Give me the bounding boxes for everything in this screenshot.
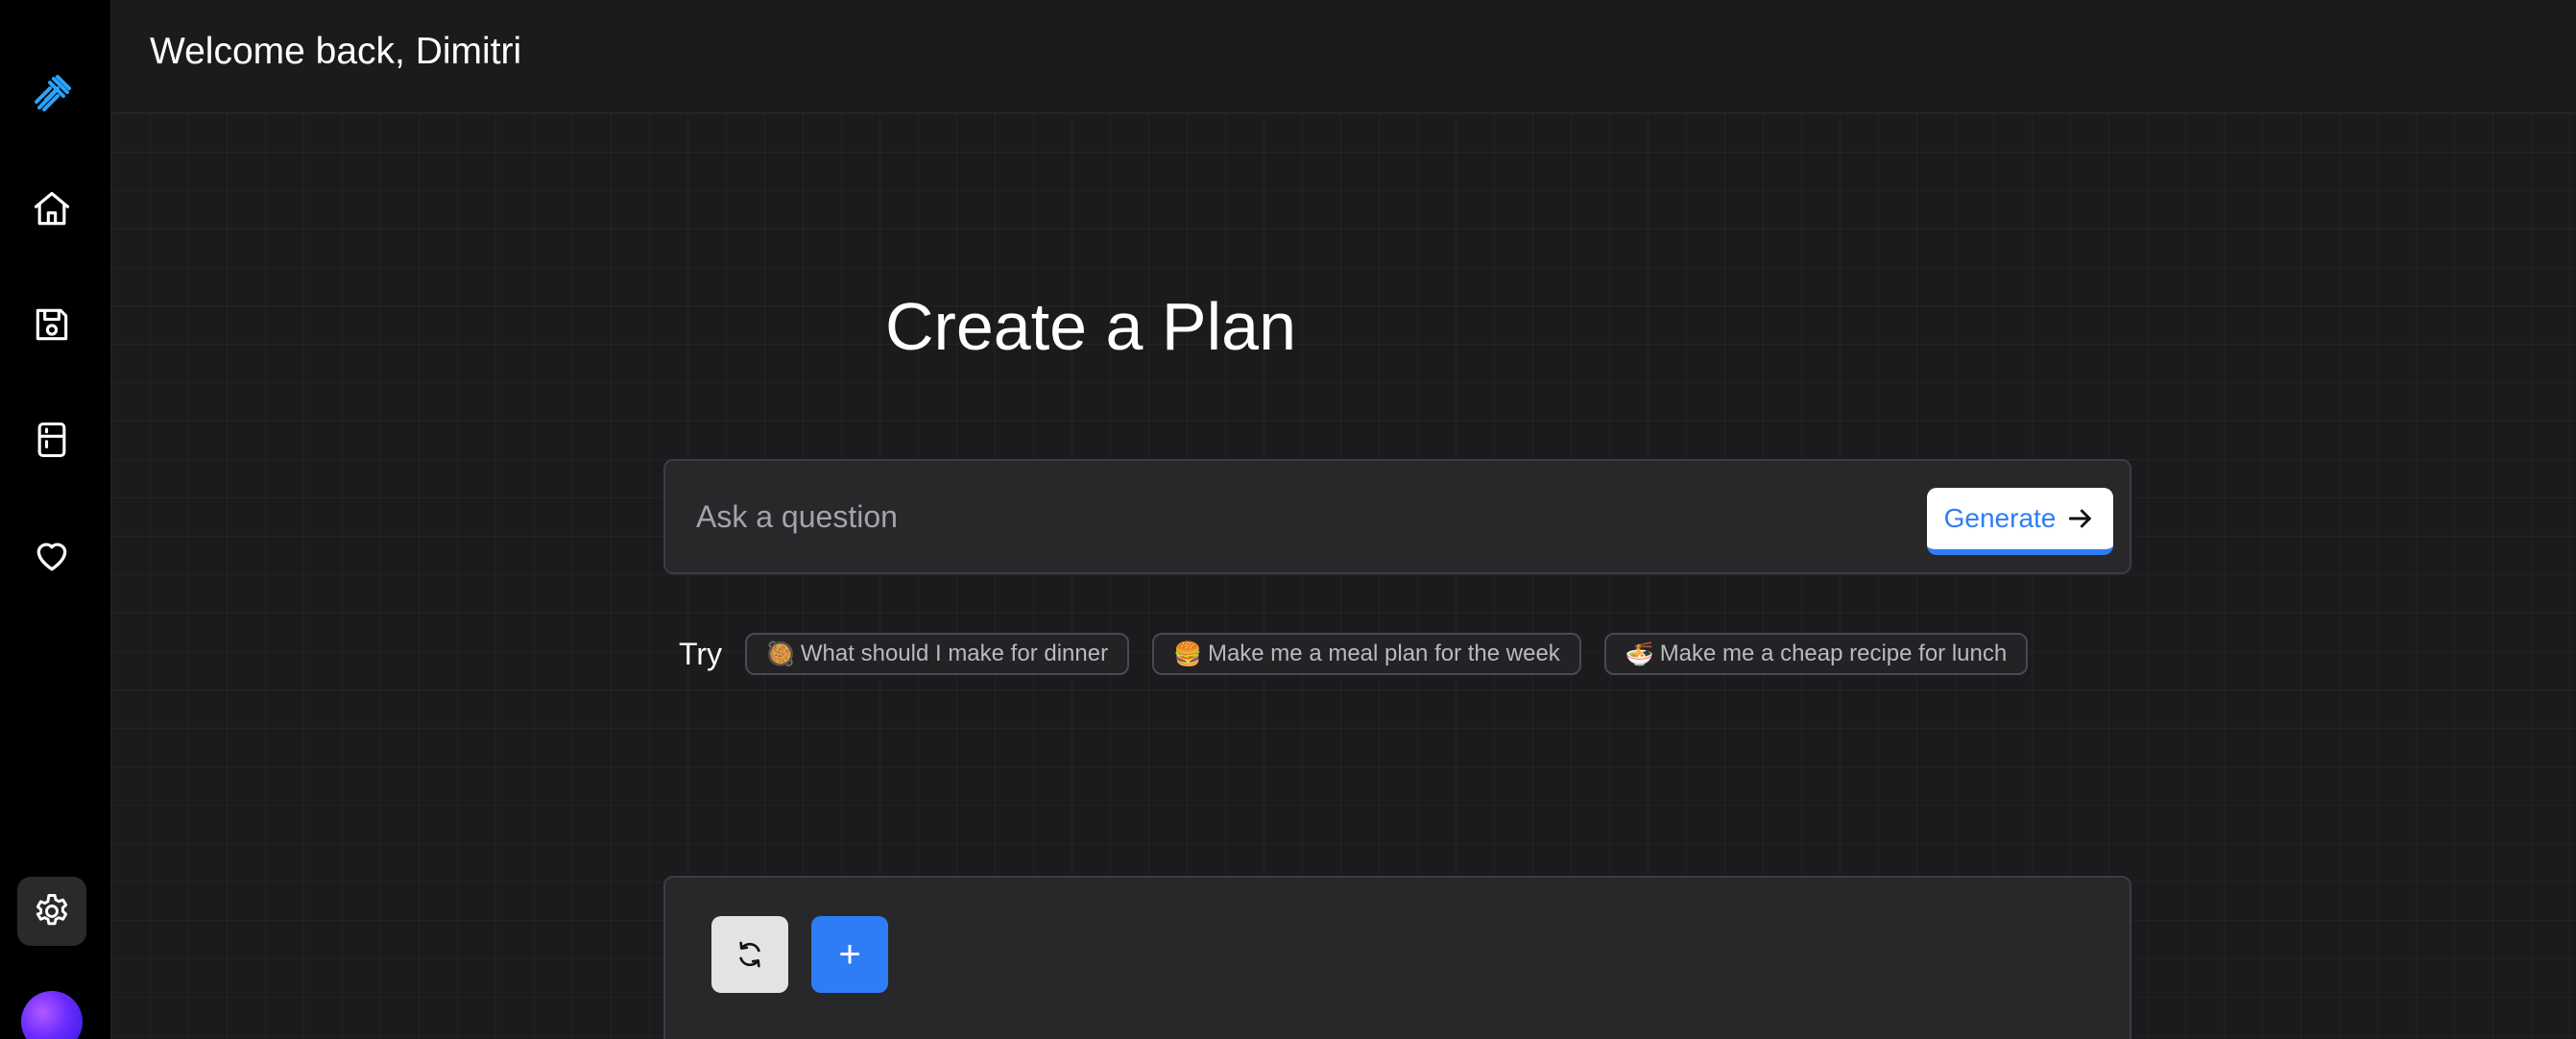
page-title: Create a Plan (884, 289, 1297, 364)
suggestion-row: Try 🥘 What should I make for dinner 🍔 Ma… (679, 632, 2051, 676)
suggestion-label: Make me a meal plan for the week (1207, 640, 1560, 666)
suggestion-chip-meal-plan[interactable]: 🍔 Make me a meal plan for the week (1152, 633, 1581, 675)
welcome-message: Welcome back, Dimitri (150, 31, 522, 72)
noodle-bowl-icon: 🍜 (1625, 640, 1654, 667)
suggestion-label: Make me a cheap recipe for lunch (1659, 640, 2008, 666)
ask-input[interactable] (696, 490, 1887, 544)
food-bowl-icon: 🥘 (766, 640, 795, 667)
try-label: Try (679, 636, 723, 671)
fridge-icon (37, 422, 66, 458)
suggestion-chip-dinner[interactable]: 🥘 What should I make for dinner (745, 633, 1130, 675)
gear-icon (36, 894, 68, 926)
nav-fridge[interactable] (17, 405, 86, 474)
nav-settings[interactable] (17, 877, 86, 946)
sidebar (0, 0, 111, 1039)
generate-label: Generate (1943, 503, 2057, 533)
nav-saved[interactable] (17, 290, 86, 359)
nav-home[interactable] (17, 175, 86, 244)
home-icon (34, 191, 70, 226)
add-plan-button[interactable]: + (811, 916, 888, 993)
refresh-button[interactable] (711, 916, 788, 993)
app-logo[interactable] (17, 60, 86, 129)
save-icon (36, 308, 68, 341)
suggestion-chip-lunch[interactable]: 🍜 Make me a cheap recipe for lunch (1603, 633, 2029, 675)
plans-panel: + (663, 876, 2131, 1039)
top-bar: Welcome back, Dimitri (111, 0, 2576, 113)
dumbbell-logo-icon (35, 75, 71, 111)
suggestion-label: What should I make for dinner (800, 640, 1109, 666)
heart-icon (36, 543, 67, 571)
ask-box: Generate (663, 459, 2131, 574)
burger-icon: 🍔 (1173, 640, 1202, 667)
nav-favorites[interactable] (17, 520, 86, 590)
arrow-right-icon (2069, 509, 2092, 528)
refresh-icon (739, 941, 760, 968)
generate-button[interactable]: Generate (1927, 488, 2113, 555)
avatar[interactable] (21, 991, 83, 1039)
